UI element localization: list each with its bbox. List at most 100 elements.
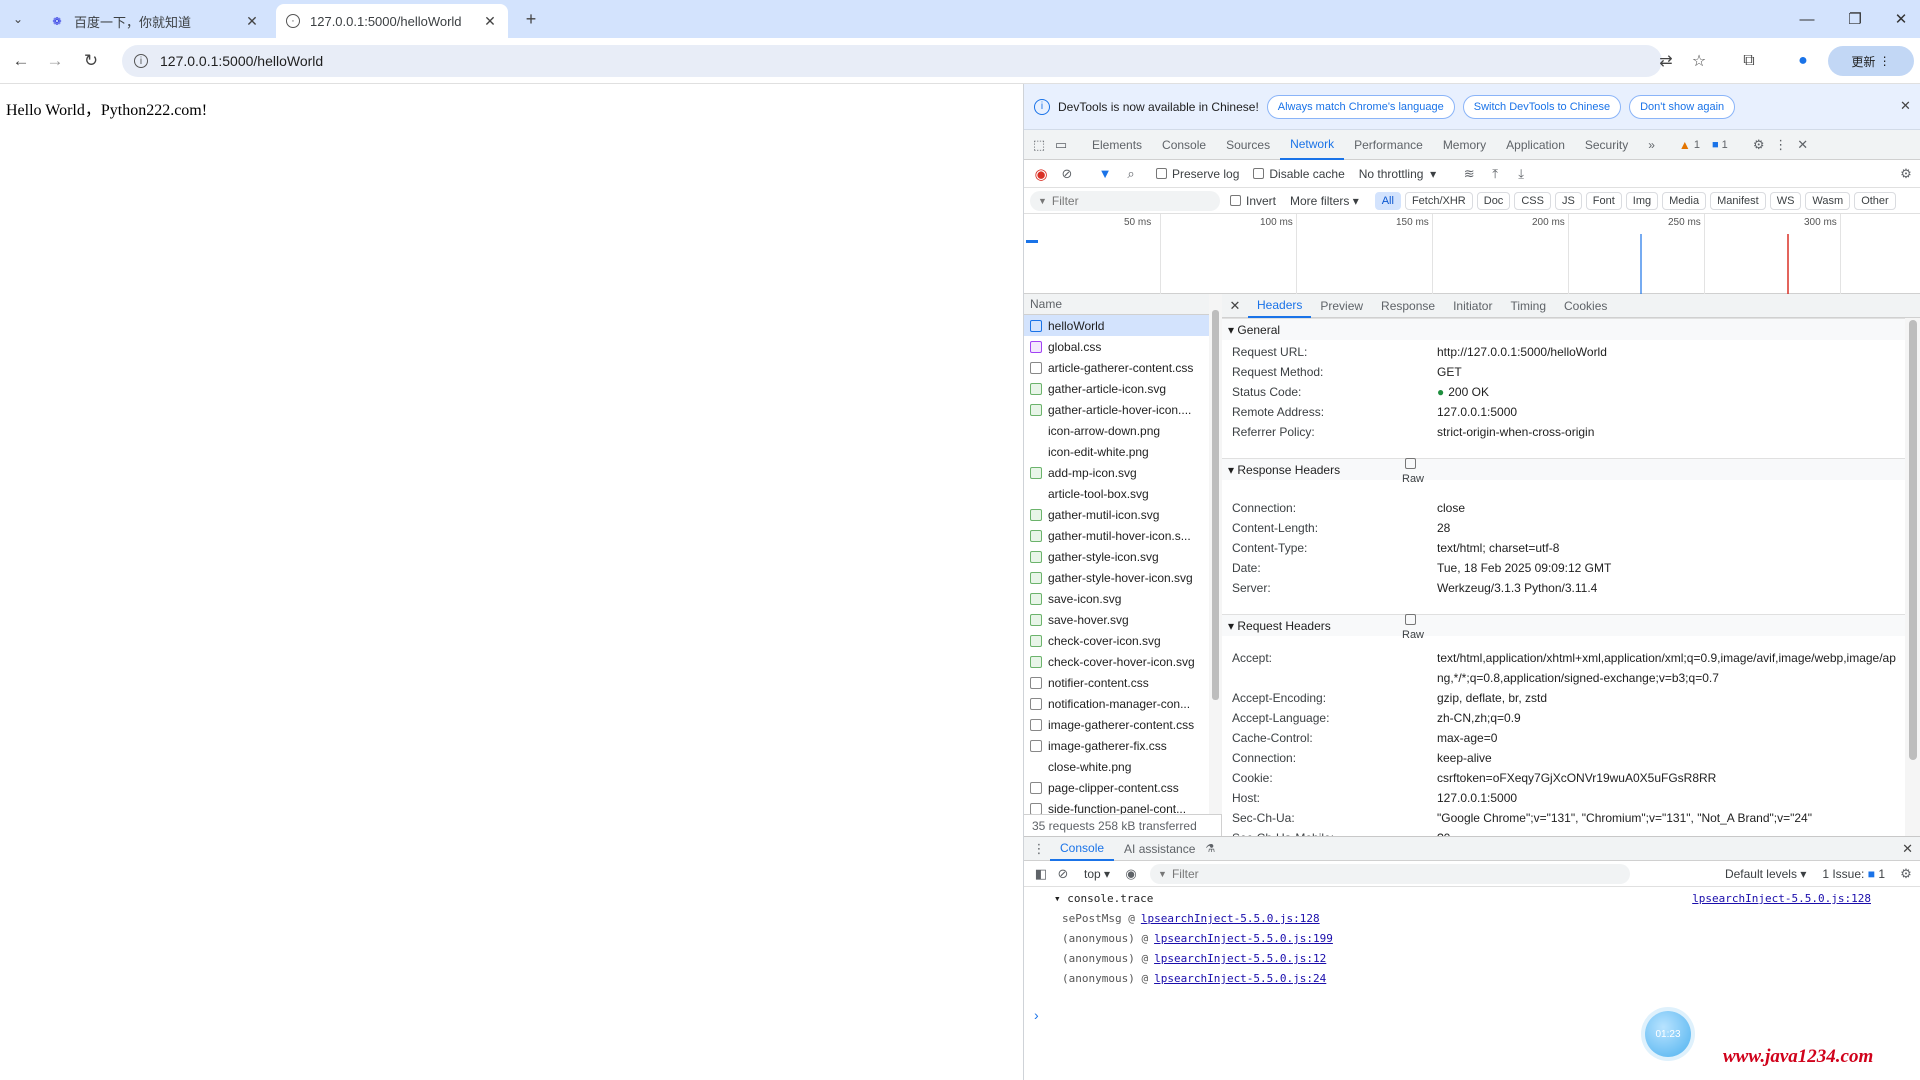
raw-checkbox[interactable] — [1405, 458, 1416, 469]
response-raw-toggle[interactable]: Raw — [1402, 458, 1424, 485]
trace-frame-link[interactable]: lpsearchInject-5.5.0.js:24 — [1154, 972, 1326, 985]
trace-frame-link[interactable]: lpsearchInject-5.5.0.js:128 — [1141, 912, 1320, 925]
restore-button[interactable]: ❐ — [1840, 6, 1870, 32]
invert-checkbox[interactable]: Invert — [1230, 194, 1276, 208]
type-filter-font[interactable]: Font — [1585, 191, 1622, 210]
network-filter-input[interactable]: ▼ Filter — [1030, 190, 1220, 211]
switch-chinese-button[interactable]: Switch DevTools to Chinese — [1462, 94, 1622, 119]
type-filter-manifest[interactable]: Manifest — [1710, 191, 1766, 210]
network-settings-icon[interactable]: ⚙ — [1895, 163, 1917, 185]
translate-icon[interactable]: ⇄ — [1655, 50, 1677, 72]
request-row[interactable]: save-icon.svg — [1024, 588, 1221, 609]
close-tab-icon[interactable]: ✕ — [244, 13, 260, 30]
match-language-button[interactable]: Always match Chrome's language — [1266, 94, 1455, 119]
request-row[interactable]: gather-style-hover-icon.svg — [1024, 567, 1221, 588]
sidebar-toggle-icon[interactable]: ◧ — [1030, 863, 1052, 885]
type-filter-js[interactable]: JS — [1554, 191, 1582, 210]
dont-show-button[interactable]: Don't show again — [1629, 94, 1736, 119]
request-row[interactable]: close-white.png — [1024, 756, 1221, 777]
reload-button[interactable]: ↻ — [78, 48, 104, 74]
trace-source-link[interactable]: lpsearchInject-5.5.0.js:128 — [1692, 889, 1871, 909]
request-row[interactable]: image-gatherer-content.css — [1024, 714, 1221, 735]
trace-header[interactable]: ▾ console.trace lpsearchInject-5.5.0.js:… — [1054, 889, 1920, 909]
inspect-element-icon[interactable]: ⬚ — [1028, 134, 1050, 156]
context-select[interactable]: top ▾ — [1084, 867, 1110, 881]
tab-preview[interactable]: Preview — [1311, 294, 1372, 318]
import-har-icon[interactable]: ⤒ — [1484, 163, 1506, 185]
tab-helloworld[interactable]: · 127.0.0.1:5000/helloWorld ✕ — [276, 4, 508, 38]
tab-baidu[interactable]: ❁ 百度一下，你就知道 ✕ — [40, 4, 270, 38]
filter-funnel-icon[interactable]: ▼ — [1094, 163, 1116, 185]
drawer-tab-console[interactable]: Console — [1050, 837, 1115, 861]
drawer-menu-icon[interactable]: ⋮ — [1028, 838, 1050, 860]
scrollbar-thumb[interactable] — [1909, 320, 1917, 760]
request-row[interactable]: add-mp-icon.svg — [1024, 462, 1221, 483]
request-row[interactable]: global.css — [1024, 336, 1221, 357]
more-filters-dropdown[interactable]: More filters ▾ — [1290, 194, 1359, 208]
recording-timer-bubble[interactable]: 01:23 — [1645, 1011, 1691, 1057]
type-filter-img[interactable]: Img — [1625, 191, 1659, 210]
type-filter-media[interactable]: Media — [1662, 191, 1707, 210]
type-filter-css[interactable]: CSS — [1514, 191, 1551, 210]
type-filter-doc[interactable]: Doc — [1476, 191, 1511, 210]
tab-performance[interactable]: Performance — [1344, 130, 1433, 160]
close-devtools-icon[interactable]: ✕ — [1792, 134, 1814, 156]
tab-initiator[interactable]: Initiator — [1444, 294, 1501, 318]
tab-search-icon[interactable]: ⌄ — [8, 9, 28, 29]
console-filter-input[interactable]: ▼ Filter — [1150, 863, 1631, 884]
type-filter-other[interactable]: Other — [1854, 191, 1896, 210]
trace-frame-link[interactable]: lpsearchInject-5.5.0.js:12 — [1154, 952, 1326, 965]
site-info-icon[interactable]: i — [134, 54, 148, 68]
search-icon[interactable]: ⌕ — [1120, 163, 1142, 185]
back-button[interactable]: ← — [8, 48, 34, 74]
window-close-button[interactable]: ✕ — [1886, 6, 1916, 32]
request-row[interactable]: check-cover-icon.svg — [1024, 630, 1221, 651]
tab-memory[interactable]: Memory — [1433, 130, 1496, 160]
trace-frame-link[interactable]: lpsearchInject-5.5.0.js:199 — [1154, 932, 1333, 945]
type-filter-fetchxhr[interactable]: Fetch/XHR — [1404, 191, 1473, 210]
extensions-icon[interactable]: ⧉ — [1738, 50, 1760, 72]
request-row[interactable]: save-hover.svg — [1024, 609, 1221, 630]
tab-response[interactable]: Response — [1372, 294, 1444, 318]
drawer-tab-ai-assistance[interactable]: AI assistance — [1114, 837, 1205, 861]
preserve-log-checkbox[interactable]: Preserve log — [1156, 167, 1239, 181]
device-toolbar-icon[interactable]: ▭ — [1050, 134, 1072, 156]
throttling-select[interactable]: No throttling ▾ — [1359, 167, 1436, 181]
request-row[interactable]: check-cover-hover-icon.svg — [1024, 651, 1221, 672]
forward-button[interactable]: → — [42, 48, 68, 74]
scrollbar-thumb[interactable] — [1212, 310, 1219, 700]
network-overview-timeline[interactable]: 50 ms 100 ms 150 ms 200 ms 250 ms 300 ms — [1024, 214, 1920, 294]
new-tab-button[interactable]: + — [520, 8, 542, 30]
request-raw-toggle[interactable]: Raw — [1402, 614, 1424, 641]
request-row[interactable]: image-gatherer-fix.css — [1024, 735, 1221, 756]
settings-gear-icon[interactable]: ⚙ — [1748, 134, 1770, 156]
request-row[interactable]: page-clipper-content.css — [1024, 777, 1221, 798]
general-section-toggle[interactable]: ▾ General — [1222, 318, 1905, 340]
kebab-menu-icon[interactable]: ⋮ — [1770, 134, 1792, 156]
tab-timing[interactable]: Timing — [1501, 294, 1555, 318]
detail-scrollbar[interactable] — [1905, 318, 1920, 836]
request-headers-toggle[interactable]: ▾ Request Headers — [1222, 614, 1905, 636]
tab-console[interactable]: Console — [1152, 130, 1216, 160]
console-settings-icon[interactable]: ⚙ — [1895, 863, 1917, 885]
request-row[interactable]: gather-article-icon.svg — [1024, 378, 1221, 399]
response-headers-toggle[interactable]: ▾ Response Headers — [1222, 458, 1905, 480]
request-row[interactable]: icon-edit-white.png — [1024, 441, 1221, 462]
tab-application[interactable]: Application — [1496, 130, 1575, 160]
request-row[interactable]: gather-article-hover-icon.... — [1024, 399, 1221, 420]
record-icon[interactable]: ◉ — [1030, 163, 1052, 185]
clear-icon[interactable]: ⊘ — [1056, 163, 1078, 185]
type-filter-ws[interactable]: WS — [1769, 191, 1802, 210]
tab-security[interactable]: Security — [1575, 130, 1638, 160]
live-expression-eye-icon[interactable]: ◉ — [1120, 863, 1142, 885]
profile-icon[interactable]: ● — [1792, 50, 1814, 72]
issues-button[interactable]: 1 Issue: ■ 1 — [1822, 867, 1885, 881]
minimize-button[interactable]: — — [1792, 6, 1822, 32]
request-row[interactable]: gather-mutil-hover-icon.s... — [1024, 525, 1221, 546]
warning-icon[interactable]: ▲ — [1679, 138, 1691, 152]
clear-console-icon[interactable]: ⊘ — [1052, 863, 1074, 885]
close-detail-icon[interactable]: ✕ — [1222, 298, 1248, 314]
request-row[interactable]: notifier-content.css — [1024, 672, 1221, 693]
request-list-scrollbar[interactable] — [1209, 294, 1222, 814]
raw-checkbox[interactable] — [1405, 614, 1416, 625]
